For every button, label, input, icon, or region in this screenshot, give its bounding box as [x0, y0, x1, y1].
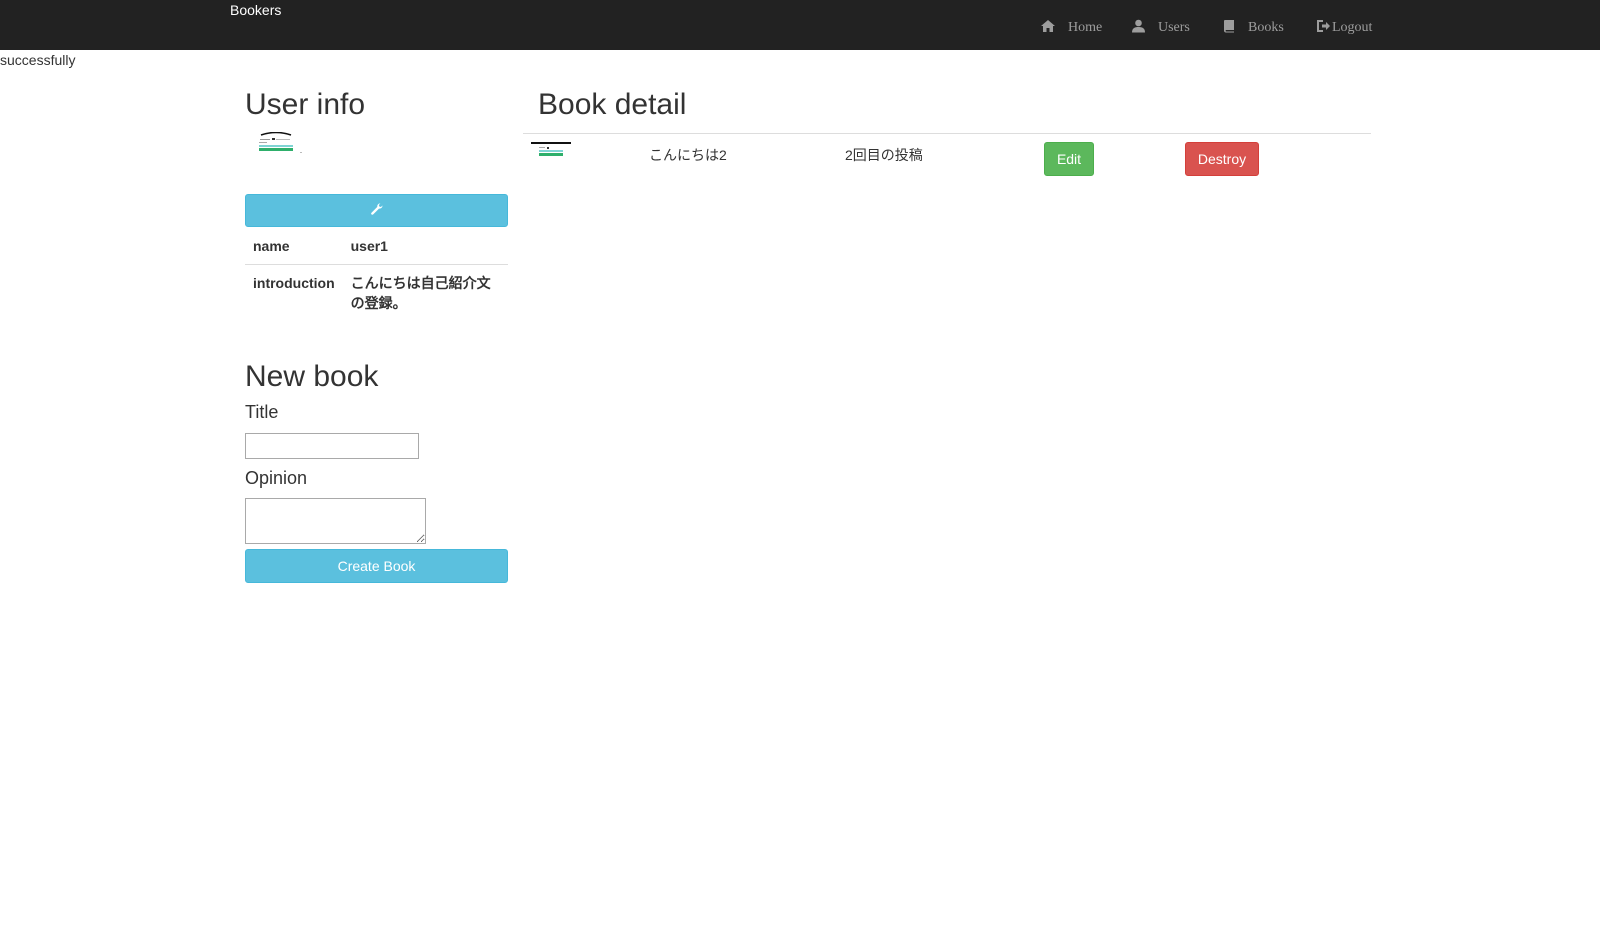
edit-book-button[interactable]: Edit [1044, 142, 1094, 176]
nav-users[interactable]: Users [1131, 18, 1190, 38]
logout-icon [1316, 19, 1331, 38]
nav-home[interactable]: Home [1040, 18, 1102, 38]
nav-logout[interactable]: Logout [1316, 18, 1372, 38]
book-detail-table: こんにちは2 2回目の投稿 Edit Destroy [523, 133, 1371, 184]
info-value: こんにちは自己紹介文の登録。 [350, 275, 491, 311]
book-icon [1223, 19, 1236, 38]
nav-books[interactable]: Books [1223, 18, 1284, 38]
info-value: user1 [350, 238, 388, 254]
book-title-cell[interactable]: こんにちは2 [649, 145, 727, 165]
book-detail-heading: Book detail [538, 88, 687, 121]
table-row: name user1 [245, 228, 508, 264]
nav-logout-label: Logout [1332, 20, 1373, 35]
nav-books-label: Books [1248, 20, 1284, 35]
info-key: introduction [253, 275, 335, 291]
user-info-heading: User info [245, 88, 366, 121]
opinion-label: Opinion [245, 468, 308, 488]
create-book-button[interactable]: Create Book [245, 549, 508, 583]
wrench-icon [370, 202, 384, 219]
new-book-heading: New book [245, 360, 379, 393]
title-input[interactable] [245, 433, 419, 459]
table-row: こんにちは2 2回目の投稿 Edit Destroy [523, 134, 1371, 184]
opinion-textarea[interactable] [245, 498, 426, 544]
nav-home-label: Home [1068, 20, 1103, 35]
brand[interactable]: Bookers [230, 2, 281, 18]
navbar: Bookers Home Users Books Logout [0, 0, 1600, 50]
destroy-book-button[interactable]: Destroy [1185, 142, 1259, 176]
book-user-avatar[interactable] [531, 142, 571, 160]
book-opinion-cell: 2回目の投稿 [845, 147, 923, 163]
user-icon [1131, 19, 1146, 38]
avatar [258, 131, 304, 156]
table-row: introduction こんにちは自己紹介文の登録。 [245, 264, 508, 321]
edit-user-button[interactable] [245, 194, 508, 227]
home-icon [1040, 19, 1056, 38]
nav-users-label: Users [1158, 20, 1190, 35]
info-key: name [253, 238, 290, 254]
user-info-table: name user1 introduction こんにちは自己紹介文の登録。 [245, 228, 508, 321]
flash-message: successfully [0, 52, 76, 68]
title-label: Title [245, 402, 279, 422]
